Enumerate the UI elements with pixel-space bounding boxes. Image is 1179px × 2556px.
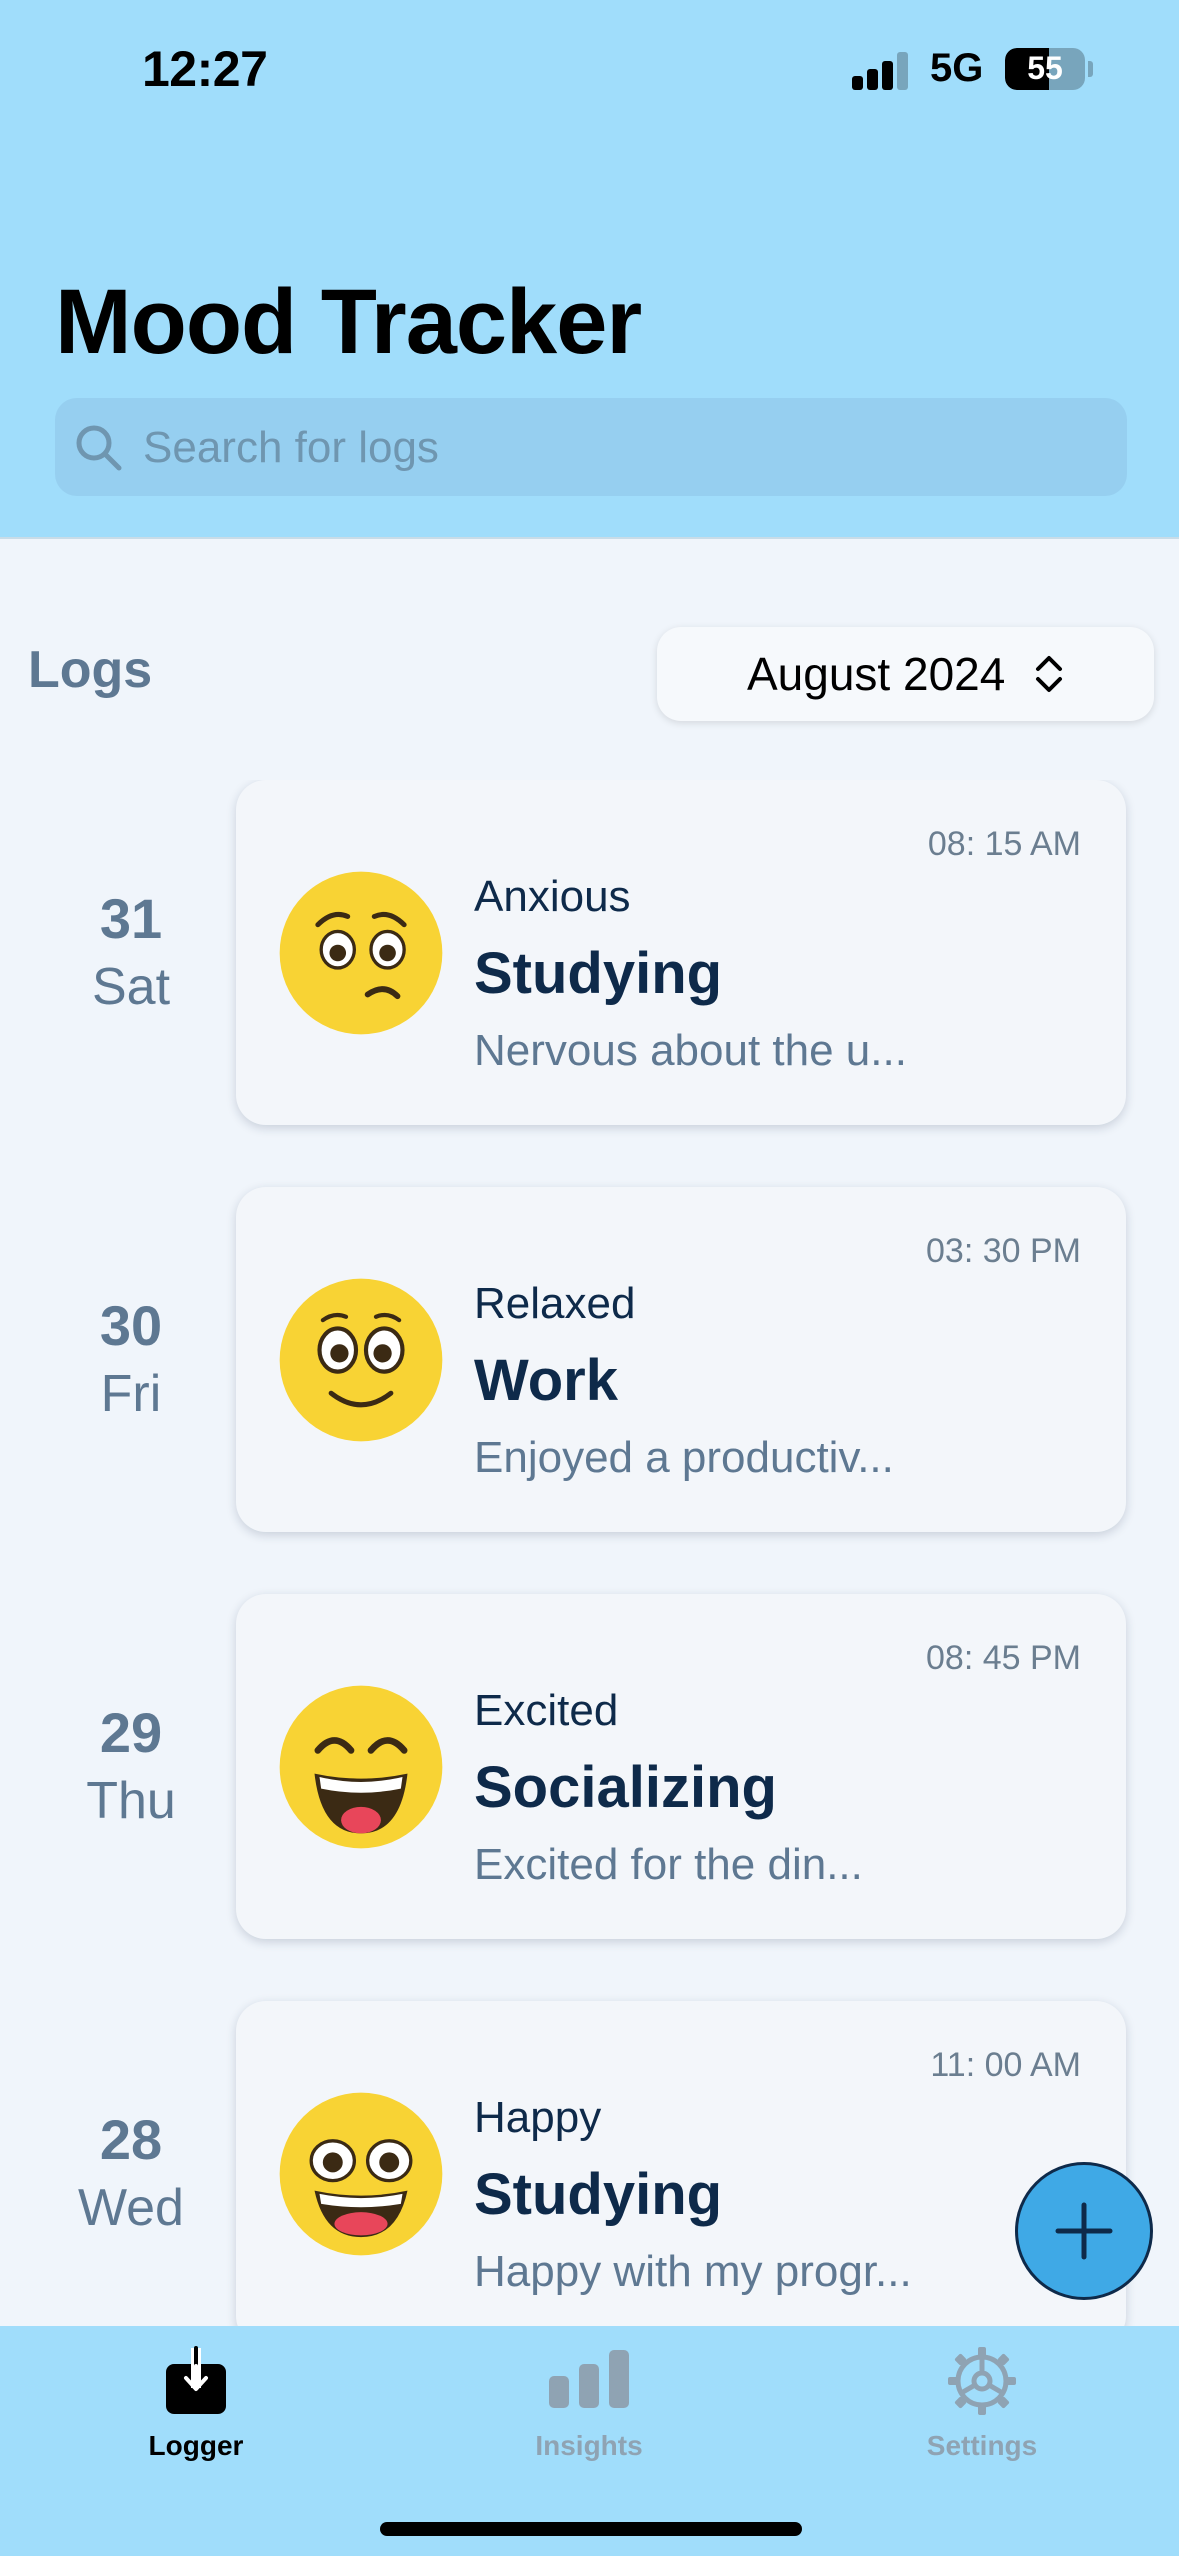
cellular-signal-icon bbox=[852, 50, 912, 90]
entry-mood: Anxious bbox=[474, 872, 631, 921]
gear-icon bbox=[852, 2346, 1112, 2426]
entry-date: 30 Fri bbox=[40, 1292, 222, 1428]
entry-day-number: 30 bbox=[99, 1294, 163, 1357]
entry-activity: Studying bbox=[474, 941, 723, 1006]
entry-time: 03: 30 PM bbox=[926, 1232, 1081, 1270]
entry-mood: Relaxed bbox=[474, 1279, 636, 1328]
log-card[interactable]: 08: 15 AM Anxious Studying Nervous about… bbox=[236, 780, 1126, 1125]
entry-day-number: 28 bbox=[99, 2108, 163, 2171]
log-card[interactable]: 08: 45 PM Excited Socializing Excited fo… bbox=[236, 1594, 1126, 1939]
log-list[interactable]: 31 Sat 08: 15 AM Anxious Studying Nervou… bbox=[0, 780, 1179, 2328]
battery-icon: 55 bbox=[1005, 48, 1085, 90]
entry-mood: Happy bbox=[474, 2093, 602, 2142]
tab-label-insights: Insights bbox=[535, 2430, 643, 2461]
header-divider bbox=[0, 537, 1179, 539]
entry-date: 28 Wed bbox=[40, 2106, 222, 2242]
excited-emoji-icon bbox=[279, 1685, 443, 1849]
search-icon bbox=[76, 425, 122, 471]
entry-time: 08: 45 PM bbox=[926, 1639, 1081, 1677]
log-card[interactable]: 11: 00 AM Happy Studying Happy with my p… bbox=[236, 2001, 1126, 2328]
relaxed-emoji-icon bbox=[279, 1278, 443, 1442]
tab-settings[interactable]: Settings bbox=[852, 2326, 1112, 2476]
add-log-button[interactable] bbox=[1015, 2162, 1153, 2300]
entry-weekday: Wed bbox=[78, 2179, 184, 2237]
entry-weekday: Fri bbox=[100, 1365, 162, 1423]
page-title: Mood Tracker bbox=[55, 271, 642, 373]
entry-note: Excited for the din... bbox=[474, 1840, 863, 1889]
log-entry: 30 Fri 03: 30 PM Relaxed Work Enjoyed a … bbox=[0, 1187, 1179, 1532]
entry-activity: Studying bbox=[474, 2162, 723, 2227]
tab-insights[interactable]: Insights bbox=[459, 2326, 719, 2476]
entry-mood: Excited bbox=[474, 1686, 619, 1735]
tab-logger[interactable]: Logger bbox=[66, 2326, 326, 2476]
log-card[interactable]: 03: 30 PM Relaxed Work Enjoyed a product… bbox=[236, 1187, 1126, 1532]
happy-emoji-icon bbox=[279, 2092, 443, 2256]
search-input[interactable] bbox=[141, 398, 1105, 498]
bar-chart-icon bbox=[459, 2346, 719, 2426]
plus-icon bbox=[1055, 2202, 1113, 2260]
tab-label-settings: Settings bbox=[926, 2430, 1038, 2461]
logs-section-label: Logs bbox=[28, 641, 153, 699]
entry-time: 08: 15 AM bbox=[927, 825, 1081, 863]
log-entry: 29 Thu 08: 45 PM Excited Socializing Exc… bbox=[0, 1594, 1179, 1939]
entry-activity: Socializing bbox=[474, 1755, 777, 1820]
entry-note: Happy with my progr... bbox=[474, 2247, 912, 2296]
entry-note: Nervous about the u... bbox=[474, 1026, 907, 1075]
entry-date: 29 Thu bbox=[40, 1699, 222, 1835]
tray-download-icon bbox=[66, 2346, 326, 2426]
network-type: 5G bbox=[930, 46, 984, 90]
entry-date: 31 Sat bbox=[40, 885, 222, 1021]
log-entry: 31 Sat 08: 15 AM Anxious Studying Nervou… bbox=[0, 780, 1179, 1125]
log-entry: 28 Wed 11: 00 AM Happy Studying Happy wi… bbox=[0, 2001, 1179, 2328]
entry-weekday: Thu bbox=[86, 1772, 176, 1830]
home-indicator bbox=[380, 2522, 802, 2536]
tab-label-logger: Logger bbox=[148, 2430, 244, 2461]
entry-day-number: 31 bbox=[99, 887, 163, 950]
entry-weekday: Sat bbox=[91, 958, 171, 1016]
entry-note: Enjoyed a productiv... bbox=[474, 1433, 894, 1482]
battery-tip bbox=[1088, 61, 1093, 77]
search-bar[interactable] bbox=[55, 398, 1127, 498]
anxious-emoji-icon bbox=[279, 871, 443, 1035]
chevron-up-down-icon bbox=[1036, 656, 1062, 692]
entry-time: 11: 00 AM bbox=[930, 2046, 1081, 2084]
status-time: 12:27 bbox=[142, 41, 268, 97]
month-selector-button[interactable]: August 2024 bbox=[657, 627, 1154, 721]
entry-activity: Work bbox=[474, 1348, 618, 1413]
battery-level: 55 bbox=[1027, 50, 1063, 86]
entry-day-number: 29 bbox=[99, 1701, 163, 1764]
month-selector-label: August 2024 bbox=[747, 648, 1006, 700]
